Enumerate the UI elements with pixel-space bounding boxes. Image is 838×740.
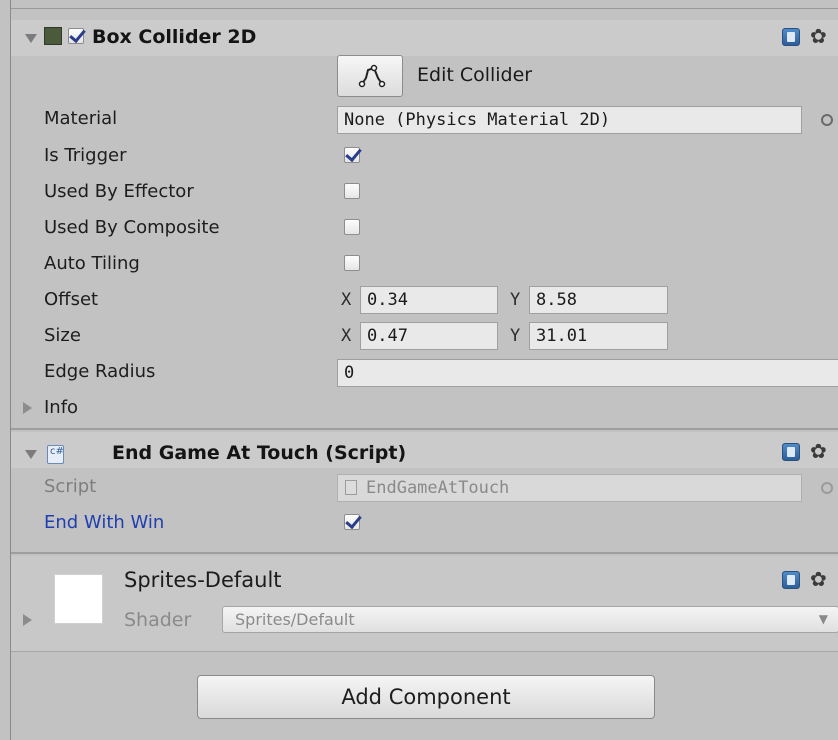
- offset-label: Offset: [44, 289, 99, 310]
- size-x-letter[interactable]: X: [341, 326, 351, 346]
- inspector-panel: Box Collider 2D ✿ Edit Collider Material…: [10, 0, 838, 740]
- end-with-win-checkbox[interactable]: [344, 514, 360, 530]
- component-divider: [11, 651, 838, 652]
- edit-collider-button[interactable]: [337, 55, 403, 97]
- info-label[interactable]: Info: [44, 397, 78, 418]
- gear-icon[interactable]: ✿: [810, 441, 827, 461]
- gear-icon[interactable]: ✿: [810, 26, 827, 46]
- collider-component-icon: [44, 27, 62, 45]
- auto-tiling-checkbox[interactable]: [344, 255, 360, 271]
- help-book-icon[interactable]: [782, 28, 800, 46]
- end-with-win-label: End With Win: [44, 512, 165, 533]
- shader-value: Sprites/Default: [235, 610, 355, 629]
- script-label: Script: [44, 476, 97, 497]
- used-by-composite-label: Used By Composite: [44, 217, 220, 238]
- component-enabled-checkbox[interactable]: [68, 28, 84, 44]
- offset-x-field[interactable]: 0.34: [360, 286, 498, 314]
- edge-radius-label: Edge Radius: [44, 361, 156, 382]
- script-file-icon: [345, 480, 357, 495]
- edge-radius-field[interactable]: 0: [337, 359, 838, 387]
- component-divider: [11, 428, 838, 430]
- component-divider: [11, 552, 838, 554]
- offset-y-letter[interactable]: Y: [510, 290, 520, 310]
- material-foldout-icon[interactable]: [23, 614, 32, 626]
- is-trigger-label: Is Trigger: [44, 145, 127, 166]
- material-preview: [54, 574, 103, 624]
- shader-dropdown[interactable]: Sprites/Default ▼: [222, 606, 838, 633]
- foldout-arrow-icon[interactable]: [25, 450, 37, 459]
- offset-x-letter[interactable]: X: [341, 290, 351, 310]
- used-by-effector-label: Used By Effector: [44, 181, 194, 202]
- size-y-letter[interactable]: Y: [510, 326, 520, 346]
- size-y-field[interactable]: 31.01: [529, 322, 668, 350]
- csharp-script-icon: [47, 445, 64, 464]
- help-book-icon[interactable]: [782, 443, 800, 461]
- script-reference-field: EndGameAtTouch: [337, 474, 802, 502]
- object-picker-icon: [821, 482, 833, 494]
- object-picker-icon[interactable]: [821, 114, 833, 126]
- size-x-field[interactable]: 0.47: [360, 322, 498, 350]
- polygon-edit-icon: [358, 64, 386, 88]
- info-foldout-icon[interactable]: [23, 402, 32, 414]
- gear-icon[interactable]: ✿: [810, 569, 827, 589]
- is-trigger-checkbox[interactable]: [344, 147, 360, 163]
- used-by-effector-checkbox[interactable]: [344, 183, 360, 199]
- used-by-composite-checkbox[interactable]: [344, 219, 360, 235]
- offset-y-field[interactable]: 8.58: [529, 286, 668, 314]
- top-divider: [11, 8, 838, 9]
- auto-tiling-label: Auto Tiling: [44, 253, 140, 274]
- help-book-icon[interactable]: [782, 571, 800, 589]
- shader-label: Shader: [124, 609, 192, 631]
- material-field[interactable]: None (Physics Material 2D): [337, 106, 802, 134]
- edit-collider-label: Edit Collider: [417, 64, 533, 86]
- script-component-title: End Game At Touch (Script): [112, 442, 407, 464]
- add-component-button[interactable]: Add Component: [197, 675, 655, 719]
- foldout-arrow-icon[interactable]: [25, 34, 37, 43]
- component-title: Box Collider 2D: [92, 26, 257, 48]
- material-label: Material: [44, 108, 118, 129]
- size-label: Size: [44, 325, 81, 346]
- material-name: Sprites-Default: [124, 568, 282, 592]
- dropdown-arrow-icon: ▼: [818, 612, 828, 626]
